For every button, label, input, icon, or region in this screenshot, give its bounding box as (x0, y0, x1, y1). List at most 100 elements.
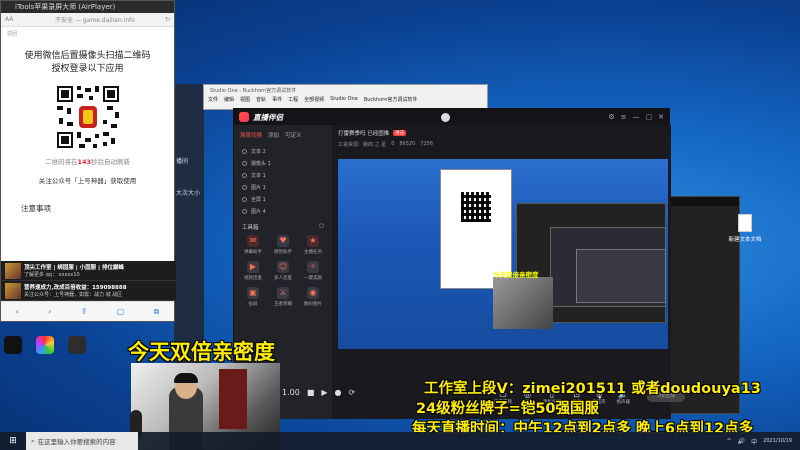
stream-preview[interactable]: 今天双倍亲密度 (338, 159, 668, 349)
input-method-icon[interactable]: 中 (751, 437, 757, 446)
studio-menu-file[interactable]: 文件 (208, 96, 218, 103)
bookmarks-icon[interactable]: ▢ (117, 307, 125, 316)
visibility-eye-icon[interactable] (242, 184, 247, 190)
room-stat-3: 7256 (420, 141, 434, 147)
phone-ad-banner[interactable]: 顶尖工作室 | 绑固服 | 小固服 | 排位巅峰 了解更多 qq： xxxxx1… (1, 261, 176, 301)
reload-icon[interactable]: ↻ (165, 16, 170, 23)
windows-taskbar: ⊞ ⌕ 在这里输入你要搜索的内容 ^ 🔊 中 2021/10/19 (0, 432, 800, 450)
live-app-header[interactable]: 直播伴侣 ⚙ ≡ — ▢ ✕ (234, 109, 669, 125)
minimize-icon[interactable]: — (633, 113, 640, 121)
ad-row[interactable]: 顶尖工作室 | 绑固服 | 小固服 | 排位巅峰 了解更多 qq： xxxxx1… (1, 261, 176, 281)
beauty-icon: ✧ (307, 261, 319, 273)
tool-task[interactable]: ★ 主播任务 (298, 235, 328, 255)
studio-menu-track[interactable]: 音轨 (256, 96, 266, 103)
layer-item[interactable]: 文本 2 (234, 145, 332, 157)
user-avatar[interactable] (441, 112, 451, 122)
overlay-line-studio-contact: 工作室上段V：zimei201511 或者doudouya13 (424, 381, 761, 397)
qr-refresh-note: 二维码将在143秒后自动刷新 (1, 156, 174, 166)
task-icon: ★ (307, 235, 319, 247)
tool-beauty[interactable]: ✧ 一键美颜 (298, 261, 328, 281)
app-icon[interactable] (68, 336, 86, 354)
phone-address-bar[interactable]: AA 不安全 — game.dailian.info ↻ (1, 13, 174, 27)
visibility-eye-icon[interactable] (242, 172, 247, 178)
desktop-new-text-file-label: 新建文本文档 (728, 237, 762, 243)
heart-icon: ♥ (277, 235, 289, 247)
qr-code-graphic (54, 84, 121, 150)
back-arrow-icon[interactable]: ‹ (16, 307, 19, 316)
layer-label: 图片 1 (251, 184, 266, 191)
live-streaming-app[interactable]: 直播伴侣 ⚙ ≡ — ▢ ✕ 场景切换 添加 可定义 文本 2 摄像头 1 文本… (233, 108, 685, 419)
notice-heading: 注意事项 (21, 204, 51, 213)
studio-menu-edit[interactable]: 编辑 (224, 96, 234, 103)
qr-heading: 使用微信后置摄像头扫描二维码 授权登录以下应用 (1, 50, 174, 76)
toolbox-more-icon[interactable]: ○ (319, 223, 324, 231)
volume-icon[interactable]: 🔊 (738, 438, 745, 445)
settings-gear-icon[interactable]: ⚙ (608, 113, 614, 121)
studio-menu-buckhorn[interactable]: Buckhorn官方调试软件 (364, 96, 418, 103)
forward-arrow-icon[interactable]: › (48, 307, 51, 316)
tool-danmu[interactable]: ✉ 弹幕助手 (238, 235, 268, 255)
preview-caption: 今天双倍亲密度 (493, 271, 539, 279)
phone-url[interactable]: 不安全 — game.dailian.info (25, 15, 165, 24)
tab-scene-switch[interactable]: 场景切换 (240, 131, 262, 139)
menu-icon[interactable]: ≡ (621, 113, 627, 121)
studio-menu-view[interactable]: 视图 (240, 96, 250, 103)
system-tray: ^ 🔊 中 2021/10/19 (727, 437, 800, 446)
visibility-eye-icon[interactable] (242, 148, 247, 154)
visibility-eye-icon[interactable] (242, 196, 247, 202)
player-time: 1.00 (282, 388, 300, 397)
tool-cast[interactable]: ▣ 投屏 (238, 287, 268, 307)
tabs-icon[interactable]: ⧉ (154, 307, 160, 317)
desktop-app-icons (4, 336, 86, 354)
maximize-icon[interactable]: ▢ (646, 113, 653, 121)
tab-add[interactable]: 添加 (268, 131, 279, 139)
tab-custom[interactable]: 可定义 (285, 131, 302, 139)
webcam-background-panel (219, 369, 247, 429)
record-circle-icon[interactable]: ● (335, 388, 342, 397)
layer-item[interactable]: 摄像头 1 (234, 157, 332, 169)
search-icon: ⌕ (31, 436, 35, 445)
tool-game[interactable]: ⚔ 王者荣耀 (268, 287, 298, 307)
studio-menu-project[interactable]: 工程 (288, 96, 298, 103)
studio-one-window[interactable]: Studio One - Buckhorn官方调试软件 文件 编辑 视图 音轨 … (203, 84, 488, 110)
room-stats-row: 工会资源：跑商 之 星 0 86520 7256 (332, 141, 671, 148)
qr-note-suffix: 秒后自动刷新 (91, 158, 131, 166)
share-icon[interactable]: ⇪ (81, 307, 88, 316)
close-icon[interactable]: ✕ (658, 113, 664, 121)
qq-penguin-icon[interactable] (4, 336, 22, 354)
ad-row[interactable]: 营养速成力,改成百倍收益：159098888 关注公众号：上号神器，如需：战力 … (1, 281, 176, 301)
tool-photo[interactable]: ◉ 数码相片 (298, 287, 328, 307)
play-icon[interactable]: ▶ (321, 388, 327, 397)
taskbar-clock[interactable]: 2021/10/19 (763, 438, 792, 445)
layer-item[interactable]: 图片 1 (234, 181, 332, 193)
layer-label: 文本 1 (251, 172, 266, 179)
studio-menu-video[interactable]: 全部视频 (304, 96, 324, 103)
studio-window-title: Studio One - Buckhorn官方调试软件 (210, 88, 297, 94)
layer-item[interactable]: 图片 4 (234, 205, 332, 217)
stop-icon[interactable]: ■ (307, 388, 315, 397)
phone-window-titlebar[interactable]: iTools苹果录屏大师 (AirPlayer) (1, 1, 174, 13)
tool-video-link[interactable]: ▶ 视频连麦 (238, 261, 268, 281)
phone-mirror-window[interactable]: iTools苹果录屏大师 (AirPlayer) AA 不安全 — game.d… (0, 0, 176, 322)
layer-item[interactable]: 文本 1 (234, 169, 332, 181)
taskbar-search-box[interactable]: ⌕ 在这里输入你要搜索的内容 (26, 432, 138, 450)
scene-tabs: 场景切换 添加 可定义 (234, 125, 332, 145)
text-size-button[interactable]: AA (5, 16, 25, 23)
loop-icon[interactable]: ⟳ (349, 388, 356, 397)
room-stat-2: 86520 (399, 141, 416, 147)
tray-chevron-icon[interactable]: ^ (727, 438, 732, 445)
visibility-eye-icon[interactable] (242, 208, 247, 214)
visibility-eye-icon[interactable] (242, 160, 247, 166)
layer-item[interactable]: 全屏 1 (234, 193, 332, 205)
desktop-new-text-file[interactable]: 新建文本文档 (728, 214, 762, 243)
pinwheel-app-icon[interactable] (36, 336, 54, 354)
ad-thumbnail (5, 282, 21, 299)
tool-feeling[interactable]: ♥ 感觉助手 (268, 235, 298, 255)
phone-back-link[interactable]: 返回 (1, 27, 174, 40)
studio-menu-event[interactable]: 事件 (272, 96, 282, 103)
follow-account-text: 关注公众号「上号神器」获取使用 (38, 177, 137, 185)
tool-label: 投屏 (248, 302, 258, 307)
windows-start-icon[interactable]: ⊞ (0, 436, 26, 446)
studio-menu-studio-one[interactable]: Studio One (330, 96, 358, 103)
tool-multi-link[interactable]: ☺ 多人连麦 (268, 261, 298, 281)
